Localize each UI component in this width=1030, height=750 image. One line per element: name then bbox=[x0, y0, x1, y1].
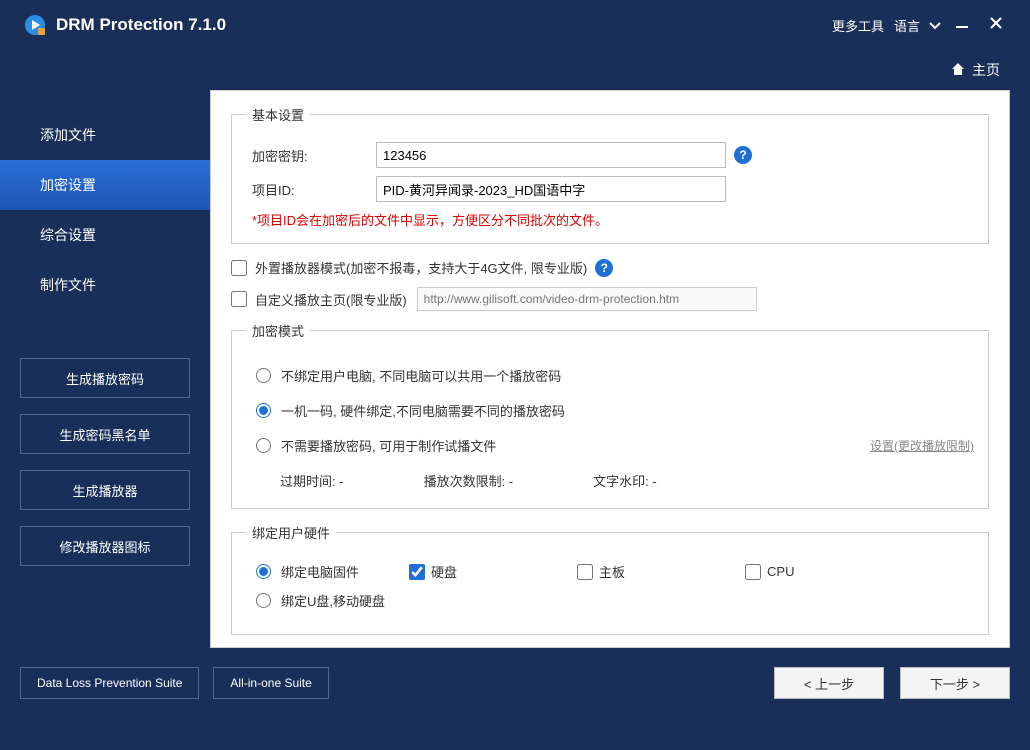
external-player-label: 外置播放器模式(加密不报毒，支持大于4G文件, 限专业版) bbox=[255, 258, 587, 277]
motherboard-checkbox[interactable] bbox=[577, 564, 593, 580]
minimize-icon[interactable] bbox=[948, 15, 976, 36]
watermark-value: 文字水印: - bbox=[593, 471, 657, 490]
play-count-value: 播放次数限制: - bbox=[424, 471, 514, 490]
mode-nopwd-radio[interactable] bbox=[256, 438, 271, 453]
cpu-label: CPU bbox=[767, 564, 794, 579]
bind-usb-label: 绑定U盘,移动硬盘 bbox=[281, 591, 385, 610]
more-tools-link[interactable]: 更多工具 bbox=[830, 12, 886, 39]
tab-home[interactable]: 主页 bbox=[950, 60, 1000, 80]
sidebar-item-label: 加密设置 bbox=[40, 175, 96, 195]
sidebar-item-general-settings[interactable]: 综合设置 bbox=[0, 210, 210, 260]
sidebar-item-label: 综合设置 bbox=[40, 225, 96, 245]
dlp-suite-button[interactable]: Data Loss Prevention Suite bbox=[20, 667, 199, 699]
help-icon[interactable]: ? bbox=[734, 146, 752, 164]
encryption-key-input[interactable] bbox=[376, 142, 726, 168]
custom-homepage-url-input bbox=[417, 287, 757, 311]
encrypt-mode-legend: 加密模式 bbox=[246, 321, 310, 340]
bind-usb-radio[interactable] bbox=[256, 593, 271, 608]
project-id-label: 项目ID: bbox=[246, 180, 376, 199]
bind-pc-radio[interactable] bbox=[256, 564, 271, 579]
modify-player-icon-button[interactable]: 修改播放器图标 bbox=[20, 526, 190, 566]
tab-home-label: 主页 bbox=[972, 60, 1000, 80]
generate-blacklist-button[interactable]: 生成密码黑名单 bbox=[20, 414, 190, 454]
sidebar-item-label: 制作文件 bbox=[40, 275, 96, 295]
hdd-checkbox[interactable] bbox=[409, 564, 425, 580]
sidebar-item-encrypt-settings[interactable]: 加密设置 bbox=[0, 160, 210, 210]
mode-bind-label: 一机一码, 硬件绑定,不同电脑需要不同的播放密码 bbox=[281, 401, 565, 420]
bind-pc-label: 绑定电脑固件 bbox=[281, 562, 359, 581]
basic-settings-legend: 基本设置 bbox=[246, 105, 310, 124]
expire-time-value: 过期时间: - bbox=[280, 471, 344, 490]
generate-player-button[interactable]: 生成播放器 bbox=[20, 470, 190, 510]
encrypt-mode-group: 加密模式 不绑定用户电脑, 不同电脑可以共用一个播放密码 一机一码, 硬件绑定,… bbox=[231, 321, 989, 509]
project-id-note: *项目ID会在加密后的文件中显示，方便区分不同批次的文件。 bbox=[252, 210, 974, 229]
prev-step-button[interactable]: < 上一步 bbox=[774, 667, 884, 699]
custom-homepage-label: 自定义播放主页(限专业版) bbox=[255, 290, 407, 309]
app-title: DRM Protection 7.1.0 bbox=[56, 15, 226, 35]
mode-nopwd-label: 不需要播放密码, 可用于制作试播文件 bbox=[281, 436, 496, 455]
bind-hardware-group: 绑定用户硬件 绑定电脑固件 硬盘 主板 CPU 绑定U盘,移动硬盘 bbox=[231, 523, 989, 635]
cpu-checkbox[interactable] bbox=[745, 564, 761, 580]
app-logo-icon bbox=[24, 14, 46, 36]
help-icon[interactable]: ? bbox=[595, 259, 613, 277]
language-link[interactable]: 语言 bbox=[892, 12, 922, 39]
mode-bind-radio[interactable] bbox=[256, 403, 271, 418]
hdd-label: 硬盘 bbox=[431, 562, 457, 581]
sidebar-item-label: 添加文件 bbox=[40, 125, 96, 145]
mode-unbind-label: 不绑定用户电脑, 不同电脑可以共用一个播放密码 bbox=[281, 366, 561, 385]
external-player-checkbox[interactable] bbox=[231, 260, 247, 276]
custom-homepage-checkbox[interactable] bbox=[231, 291, 247, 307]
sidebar-item-add-files[interactable]: 添加文件 bbox=[0, 110, 210, 160]
motherboard-label: 主板 bbox=[599, 562, 625, 581]
project-id-input[interactable] bbox=[376, 176, 726, 202]
playback-limit-settings-link[interactable]: 设置(更改播放限制) bbox=[870, 437, 974, 454]
mode-unbind-radio[interactable] bbox=[256, 368, 271, 383]
basic-settings-group: 基本设置 加密密钥: ? 项目ID: *项目ID会在加密后的文件中显示，方便区分… bbox=[231, 105, 989, 244]
sidebar-item-build-files[interactable]: 制作文件 bbox=[0, 260, 210, 310]
close-icon[interactable] bbox=[982, 15, 1010, 36]
encryption-key-label: 加密密钥: bbox=[246, 146, 376, 165]
generate-password-button[interactable]: 生成播放密码 bbox=[20, 358, 190, 398]
home-icon bbox=[950, 61, 966, 80]
language-dropdown-icon[interactable] bbox=[928, 17, 942, 33]
next-step-button[interactable]: 下一步 > bbox=[900, 667, 1010, 699]
bind-hardware-legend: 绑定用户硬件 bbox=[246, 523, 336, 542]
aio-suite-button[interactable]: All-in-one Suite bbox=[213, 667, 328, 699]
